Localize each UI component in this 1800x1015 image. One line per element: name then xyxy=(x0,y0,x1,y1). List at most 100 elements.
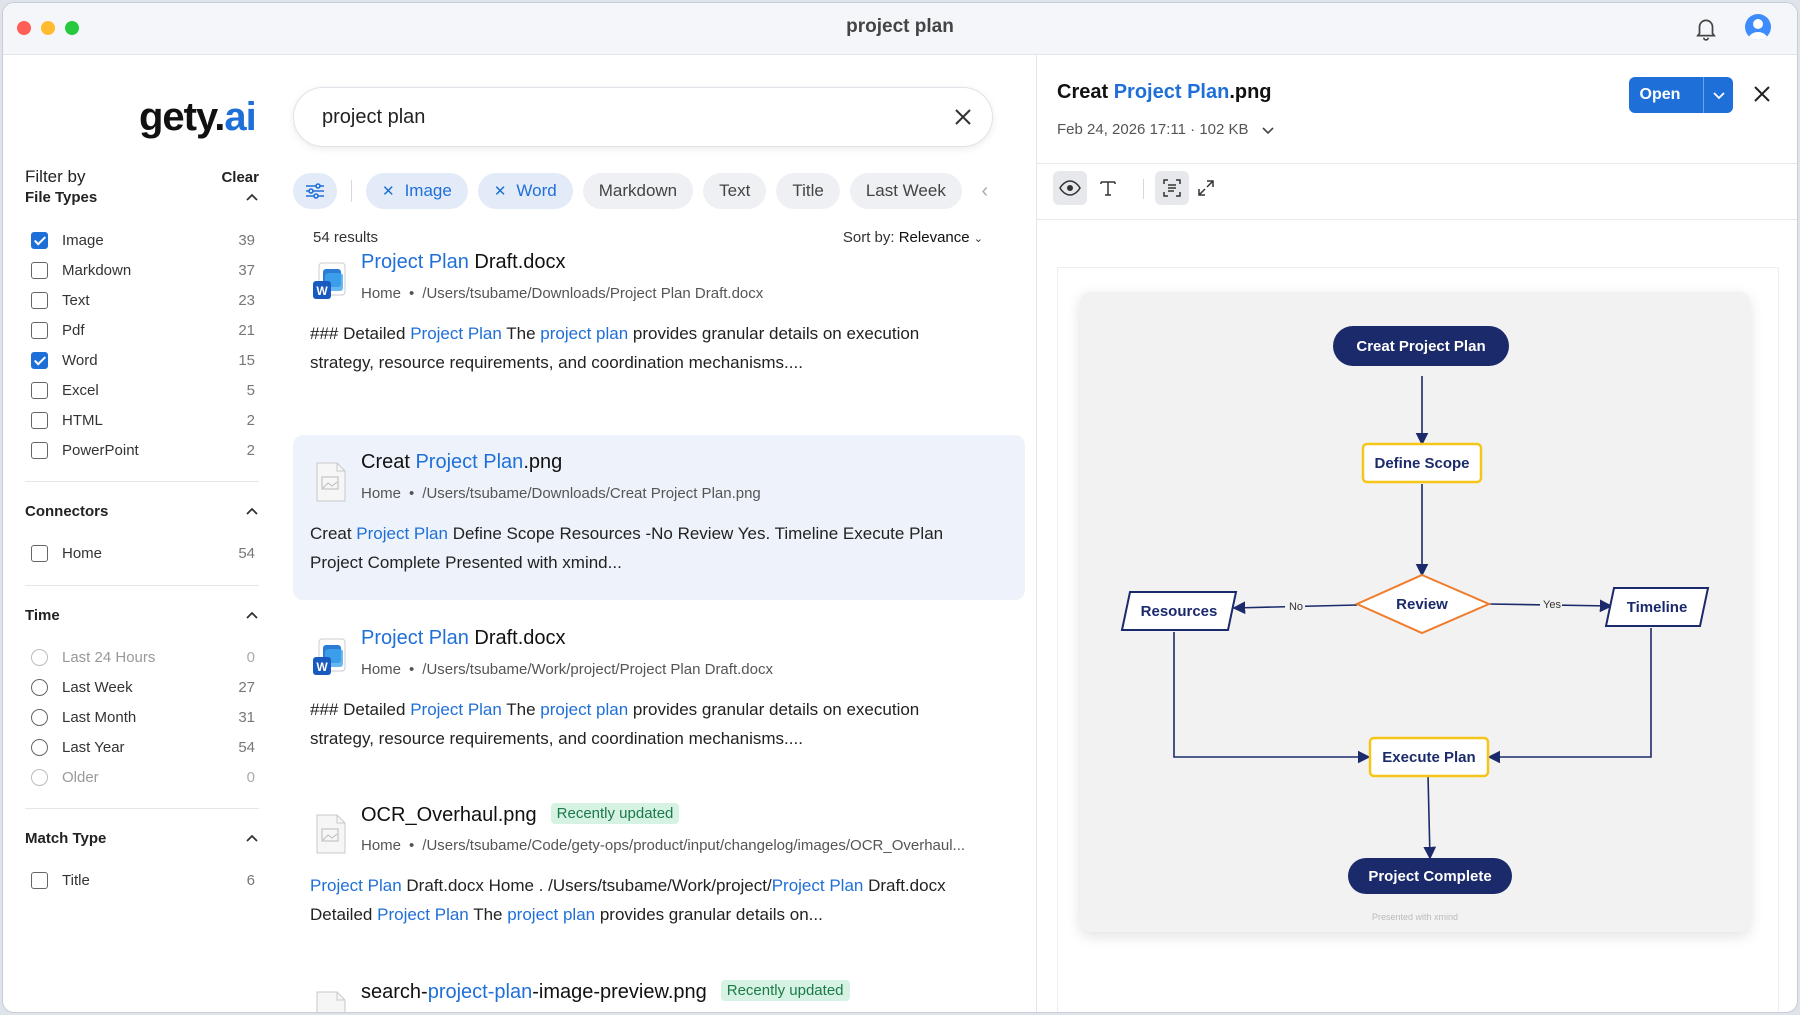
flow-node-scope: Define Scope xyxy=(1374,455,1469,472)
result-item[interactable]: W Project Plan Draft.docx Home •/Users/ts… xyxy=(293,235,1025,385)
result-title[interactable]: OCR_Overhaul.png Recently updated xyxy=(361,803,680,827)
result-path: Home •/Users/tsubame/Work/project/Project… xyxy=(361,661,773,678)
flow-node-start: Creat Project Plan xyxy=(1356,338,1485,355)
result-item-selected[interactable]: Creat Project Plan.png Home •/Users/tsuba… xyxy=(293,435,1025,600)
remove-chip-icon[interactable]: ✕ xyxy=(382,182,395,200)
result-snippet: ### Detailed Project Plan The project pl… xyxy=(310,700,920,748)
yes-edge-label: Yes xyxy=(1543,599,1561,611)
result-title[interactable]: Project Plan Draft.docx xyxy=(361,251,566,274)
match-title-option[interactable]: Title 6 xyxy=(31,869,255,891)
file-type-option[interactable]: HTML 2 xyxy=(31,409,255,431)
file-type-option[interactable]: Text 23 xyxy=(31,289,255,311)
user-avatar[interactable] xyxy=(1745,14,1771,40)
filter-chip[interactable]: Text xyxy=(703,173,767,209)
checkbox[interactable] xyxy=(31,291,48,309)
clear-search-icon[interactable] xyxy=(952,106,974,128)
clear-filters-button[interactable]: Clear xyxy=(221,167,259,187)
preview-meta[interactable]: Feb 24, 2026 17:11 · 102 KB xyxy=(1057,121,1275,138)
chips-prev-button[interactable]: ‹ xyxy=(972,173,993,209)
filter-chip[interactable]: Markdown xyxy=(582,173,694,209)
connectors-section-header[interactable]: Connectors xyxy=(25,503,259,520)
ocr-button[interactable] xyxy=(1155,171,1189,205)
text-icon xyxy=(1100,181,1116,196)
filter-chip[interactable]: Title xyxy=(776,173,840,209)
result-path: Home •/Users/tsubame/Downloads/Project Pl… xyxy=(361,285,764,302)
flowchart-image: No Yes Creat Project Plan Define Scope R… xyxy=(1080,292,1750,932)
no-edge-label: No xyxy=(1289,601,1303,613)
result-title[interactable]: Project Plan Draft.docx xyxy=(361,627,566,650)
time-option[interactable]: Last Month 31 xyxy=(31,706,255,728)
svg-text:W: W xyxy=(316,660,328,674)
preview-title: Creat Project Plan.png xyxy=(1057,81,1272,103)
expand-icon xyxy=(1198,180,1214,196)
xmind-watermark: Presented with xmind xyxy=(1372,912,1458,922)
flow-node-complete: Project Complete xyxy=(1368,868,1491,885)
gety-logo: gety.ai xyxy=(139,95,257,139)
preview-view-button[interactable] xyxy=(1053,171,1087,205)
checkbox[interactable] xyxy=(31,871,48,889)
file-type-option[interactable]: Word 15 xyxy=(31,349,255,371)
chevron-down-icon xyxy=(1712,92,1725,100)
flow-node-timeline: Timeline xyxy=(1627,599,1688,616)
time-section-header[interactable]: Time xyxy=(25,607,259,624)
result-title[interactable]: search-project-plan-image-preview.png Rec… xyxy=(361,980,850,1004)
expand-button[interactable] xyxy=(1189,171,1223,205)
filter-chip[interactable]: ✕ Image xyxy=(366,173,468,209)
scan-text-icon xyxy=(1163,179,1181,197)
result-item[interactable]: OCR_Overhaul.png Recently updated Home •/U… xyxy=(293,787,1025,937)
time-option: Last 24 Hours 0 xyxy=(31,646,255,668)
preview-panel: Creat Project Plan.png Feb 24, 2026 17:1… xyxy=(1036,55,1797,1012)
result-snippet: Creat Project Plan Define Scope Resource… xyxy=(310,524,944,572)
file-type-option[interactable]: Markdown 37 xyxy=(31,259,255,281)
checkbox[interactable] xyxy=(31,441,48,459)
time-option[interactable]: Last Week 27 xyxy=(31,676,255,698)
remove-chip-icon[interactable]: ✕ xyxy=(494,182,507,200)
window-title: project plan xyxy=(846,16,954,37)
chevron-up-icon xyxy=(246,193,258,201)
text-view-button[interactable] xyxy=(1091,171,1125,205)
file-type-option[interactable]: PowerPoint 2 xyxy=(31,439,255,461)
close-preview-icon[interactable] xyxy=(1749,81,1775,107)
checkbox[interactable] xyxy=(31,321,48,339)
file-type-option[interactable]: Image 39 xyxy=(31,229,255,251)
match-type-section-header[interactable]: Match Type xyxy=(25,830,259,847)
file-type-option[interactable]: Pdf 21 xyxy=(31,319,255,341)
filter-settings-button[interactable] xyxy=(293,173,337,209)
filter-chip[interactable]: ✕ Word xyxy=(477,173,573,209)
result-path: Home •/Users/tsubame/Code/gety-ops/produc… xyxy=(361,837,966,854)
results-panel: ✕Image✕WordMarkdownTextTitleLast Week ‹ … xyxy=(279,55,1036,1012)
time-option[interactable]: Last Year 54 xyxy=(31,736,255,758)
recently-updated-badge: Recently updated xyxy=(550,803,680,824)
checkbox[interactable] xyxy=(31,351,48,369)
radio-button[interactable] xyxy=(31,678,48,696)
connector-home-option[interactable]: Home 54 xyxy=(31,542,255,564)
checkbox[interactable] xyxy=(31,231,48,249)
radio-button[interactable] xyxy=(31,708,48,726)
filter-by-label: Filter by xyxy=(25,167,86,186)
recently-updated-badge: Recently updated xyxy=(720,980,850,1001)
filter-sidebar: gety.ai Filter by Clear File Types Image… xyxy=(3,55,279,1012)
checkbox[interactable] xyxy=(31,411,48,429)
result-item[interactable]: W Project Plan Draft.docx Home •/Users/ts… xyxy=(293,611,1025,761)
radio-button[interactable] xyxy=(31,738,48,756)
result-path: Home •/Users/tsubame/Downloads/Creat Proj… xyxy=(361,485,761,502)
title-bar: project plan xyxy=(3,3,1797,55)
open-button[interactable]: Open xyxy=(1629,77,1733,113)
checkbox[interactable] xyxy=(31,381,48,399)
open-options-button[interactable] xyxy=(1703,77,1733,113)
image-file-icon xyxy=(316,991,346,1012)
image-preview-frame: No Yes Creat Project Plan Define Scope R… xyxy=(1057,267,1779,1012)
user-icon xyxy=(1748,19,1768,40)
result-snippet: Project Plan Draft.docx Home . /Users/ts… xyxy=(310,876,946,924)
bell-icon[interactable] xyxy=(1693,15,1719,41)
search-input[interactable] xyxy=(322,100,922,134)
chevron-up-icon xyxy=(246,834,258,842)
result-item[interactable]: search-project-plan-image-preview.png Rec… xyxy=(293,964,1025,1012)
result-title[interactable]: Creat Project Plan.png xyxy=(361,451,562,474)
filter-chip[interactable]: Last Week xyxy=(849,173,962,209)
file-type-option[interactable]: Excel 5 xyxy=(31,379,255,401)
checkbox[interactable] xyxy=(31,544,48,562)
image-file-icon xyxy=(316,462,346,502)
checkbox[interactable] xyxy=(31,261,48,279)
file-types-section-header[interactable]: File Types xyxy=(25,189,259,206)
